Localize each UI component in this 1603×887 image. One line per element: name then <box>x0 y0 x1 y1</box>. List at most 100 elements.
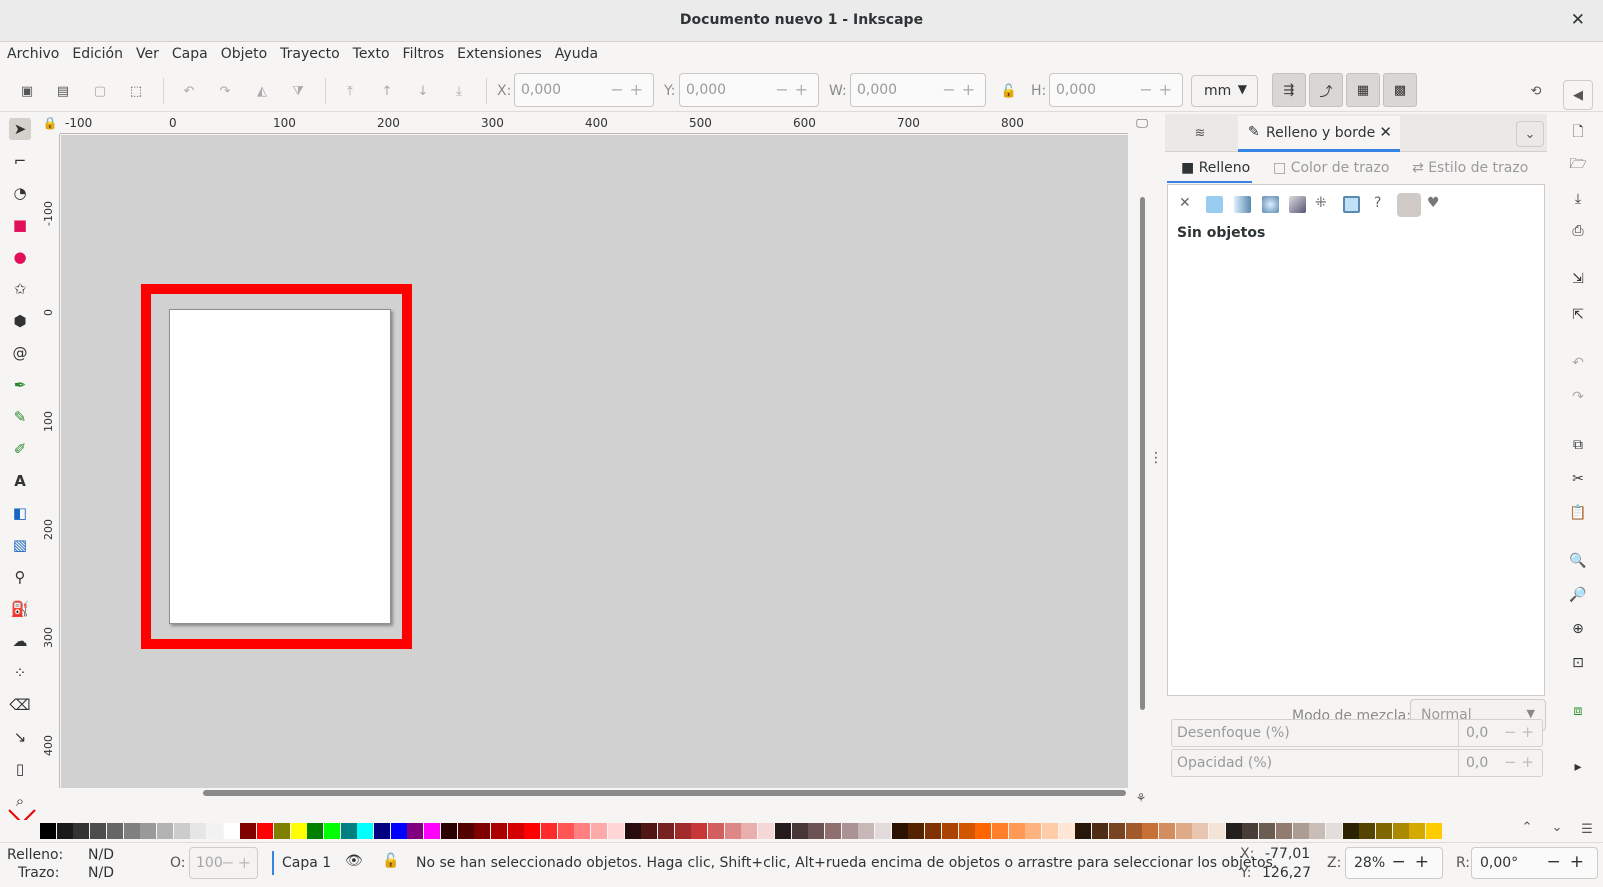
color-swatch[interactable] <box>791 823 808 839</box>
star-tool-icon[interactable]: ✩ <box>9 278 31 300</box>
flip-vertical-icon[interactable]: ⧩ <box>287 80 309 102</box>
snap-icon[interactable]: ⟲ <box>1525 80 1547 102</box>
color-swatch[interactable] <box>758 823 775 839</box>
move-patterns-toggle[interactable]: ▩ <box>1383 73 1417 107</box>
color-swatch[interactable] <box>307 823 324 839</box>
scale-corners-toggle[interactable]: ⤴ <box>1309 73 1343 107</box>
menu-ver[interactable]: Ver <box>129 42 165 62</box>
color-swatch[interactable] <box>975 823 992 839</box>
color-swatch[interactable] <box>641 823 658 839</box>
color-swatch[interactable] <box>1275 823 1292 839</box>
panel-handle-icon[interactable]: ⋮ <box>1149 448 1163 468</box>
print-icon[interactable]: ⎙ <box>1567 220 1589 242</box>
color-swatch[interactable] <box>741 823 758 839</box>
lock-icon[interactable]: 🔓 <box>998 80 1020 102</box>
color-swatch[interactable] <box>1158 823 1175 839</box>
palette-down-icon[interactable]: ⌄ <box>1546 816 1568 838</box>
open-icon[interactable]: 🗁 <box>1567 154 1589 176</box>
select-all-icon[interactable]: ▣ <box>16 80 38 102</box>
color-swatch[interactable] <box>941 823 958 839</box>
color-swatch[interactable] <box>1376 823 1392 839</box>
color-swatch[interactable] <box>1242 823 1259 839</box>
ellipse-tool-icon[interactable]: ● <box>9 246 31 268</box>
opacity-status-field[interactable]: 100 −+ <box>189 847 258 879</box>
color-swatch[interactable] <box>1409 823 1426 839</box>
no-paint-icon[interactable]: ✕ <box>1179 195 1191 211</box>
color-swatch[interactable] <box>223 823 240 839</box>
color-swatch[interactable] <box>657 823 674 839</box>
move-gradients-toggle[interactable]: ▦ <box>1346 73 1380 107</box>
raise-to-top-icon[interactable]: ⤒ <box>339 80 361 102</box>
pages-tool-icon[interactable]: ▯ <box>9 758 31 780</box>
color-swatch[interactable] <box>1192 823 1209 839</box>
redo-icon[interactable]: ↷ <box>1567 386 1589 408</box>
color-swatch[interactable] <box>190 823 207 839</box>
linear-gradient-icon[interactable] <box>1234 196 1251 213</box>
close-icon[interactable]: ✕ <box>1571 10 1585 30</box>
drawing-canvas[interactable] <box>61 135 1128 788</box>
color-swatch[interactable] <box>824 823 841 839</box>
color-swatch[interactable] <box>891 823 908 839</box>
color-swatch[interactable] <box>1209 823 1225 839</box>
color-swatch[interactable] <box>691 823 708 839</box>
color-swatch[interactable] <box>708 823 724 839</box>
spray-tool-icon[interactable]: ⁘ <box>9 662 31 684</box>
touch-select-icon[interactable]: ⬚ <box>125 80 147 102</box>
radial-gradient-icon[interactable] <box>1262 196 1279 213</box>
color-swatch[interactable] <box>1225 823 1242 839</box>
color-swatch[interactable] <box>123 823 140 839</box>
color-swatch[interactable] <box>390 823 407 839</box>
color-swatch[interactable] <box>156 823 173 839</box>
color-swatch[interactable] <box>674 823 691 839</box>
mesh-gradient-icon[interactable] <box>1289 196 1306 213</box>
bezier-tool-icon[interactable]: ✒ <box>9 374 31 396</box>
rotate-cw-icon[interactable]: ↷ <box>214 80 236 102</box>
color-swatch[interactable] <box>173 823 190 839</box>
shape-builder-icon[interactable]: ◔ <box>9 182 31 204</box>
color-swatch[interactable] <box>106 823 123 839</box>
unset-paint-icon[interactable]: ? <box>1374 195 1381 211</box>
h-field[interactable]: 0,000 −+ <box>1049 73 1183 107</box>
color-swatch[interactable] <box>1426 823 1443 839</box>
undo-icon[interactable]: ↶ <box>1567 352 1589 374</box>
deselect-icon[interactable]: ▢ <box>89 80 111 102</box>
color-swatch[interactable] <box>724 823 741 839</box>
color-swatch[interactable] <box>557 823 574 839</box>
more-commands-icon[interactable]: ▸ <box>1567 756 1589 778</box>
menu-edicion[interactable]: Edición <box>65 42 129 62</box>
color-swatch[interactable] <box>1325 823 1342 839</box>
color-mode-icon[interactable]: ⚘ <box>1131 788 1151 808</box>
color-swatch[interactable] <box>1042 823 1058 839</box>
menu-trayecto[interactable]: Trayecto <box>273 42 345 62</box>
spiral-tool-icon[interactable]: @ <box>9 342 31 364</box>
color-swatch[interactable] <box>56 823 73 839</box>
color-swatch[interactable] <box>40 823 56 839</box>
color-swatch[interactable] <box>1058 823 1075 839</box>
subtab-stroke-paint[interactable]: □ Color de trazo <box>1273 160 1389 176</box>
color-swatch[interactable] <box>290 823 307 839</box>
select-all-layers-icon[interactable]: ▤ <box>52 80 74 102</box>
color-swatch[interactable] <box>1008 823 1025 839</box>
close-tab-icon[interactable]: ✕ <box>1379 123 1392 141</box>
color-swatch[interactable] <box>490 823 507 839</box>
copy-icon[interactable]: ⧉ <box>1567 434 1589 456</box>
color-swatch[interactable] <box>841 823 858 839</box>
color-swatch[interactable] <box>1092 823 1109 839</box>
lower-to-bottom-icon[interactable]: ⤓ <box>448 80 470 102</box>
collapse-panel-icon[interactable]: ◀ <box>1563 80 1593 110</box>
text-tool-icon[interactable]: A <box>9 470 31 492</box>
unit-select[interactable]: mm ▼ <box>1191 75 1258 107</box>
color-swatch[interactable] <box>374 823 390 839</box>
scale-stroke-toggle[interactable]: ⇶ <box>1272 73 1306 107</box>
connector-tool-icon[interactable]: ↘ <box>9 726 31 748</box>
calligraphy-tool-icon[interactable]: ✐ <box>9 438 31 460</box>
color-swatch[interactable] <box>507 823 524 839</box>
zoom-width-icon[interactable]: ⊡ <box>1567 652 1589 674</box>
color-swatch[interactable] <box>323 823 340 839</box>
color-swatch[interactable] <box>875 823 891 839</box>
color-swatch[interactable] <box>357 823 374 839</box>
color-swatch[interactable] <box>1259 823 1276 839</box>
chevron-down-icon[interactable]: ⌄ <box>1516 121 1544 147</box>
menu-capa[interactable]: Capa <box>165 42 214 62</box>
color-swatch[interactable] <box>925 823 942 839</box>
